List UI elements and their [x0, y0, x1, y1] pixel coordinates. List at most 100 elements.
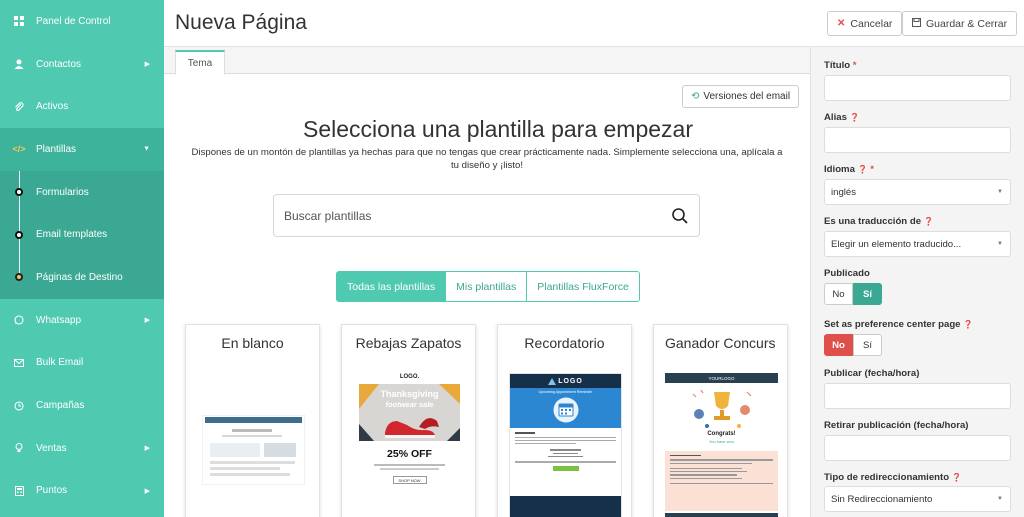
- sidebar-item-bulk-email[interactable]: Bulk Email: [0, 342, 164, 385]
- save-close-button[interactable]: Guardar & Cerrar: [902, 11, 1018, 36]
- template-card-reminder[interactable]: Recordatorio LOGO Upcoming Appointment R…: [497, 324, 632, 517]
- template-card-title: En blanco: [221, 335, 284, 351]
- template-card-shoes-sale[interactable]: Rebajas Zapatos LOGO. Thanksgiving footw…: [341, 324, 476, 517]
- help-icon[interactable]: ❓: [858, 165, 868, 174]
- envelope-icon: [12, 356, 26, 370]
- page-title: Nueva Página: [175, 11, 307, 34]
- sidebar-item-label: Panel de Control: [36, 15, 111, 27]
- filter-my-templates[interactable]: Mis plantillas: [446, 271, 528, 302]
- sidebar-submenu: Formularios Email templates Páginas de D…: [0, 170, 164, 299]
- thumb-congrats: Congrats!: [707, 431, 736, 437]
- published-toggle: No Sí: [824, 283, 882, 305]
- template-card-contest-winner[interactable]: Ganador Concurs YOURLOGO Congrats! You h…: [653, 324, 788, 517]
- sidebar-item-label: Contactos: [36, 58, 82, 70]
- search-input[interactable]: [284, 205, 664, 227]
- save-icon: [912, 17, 921, 30]
- triangle-logo-icon: [548, 377, 557, 385]
- template-thumbnail: [202, 415, 305, 485]
- template-thumbnail: YOURLOGO Congrats! You have won: [665, 373, 778, 517]
- paperclip-icon: [12, 100, 26, 114]
- pref-center-yes-option[interactable]: Sí: [853, 334, 882, 356]
- sidebar-item-label: Bulk Email: [36, 357, 84, 369]
- sidebar-item-dashboard[interactable]: Panel de Control: [0, 0, 164, 43]
- sidebar-item-label: Plantillas: [36, 143, 77, 155]
- search-icon[interactable]: [671, 207, 689, 225]
- sidebar-subitem-forms[interactable]: Formularios: [0, 171, 164, 214]
- code-icon: </>: [12, 144, 26, 155]
- pref-center-toggle: No Sí: [824, 334, 882, 356]
- translation-select[interactable]: Elegir un elemento traducido... ▼: [824, 231, 1011, 257]
- alias-field[interactable]: [824, 127, 1011, 153]
- sidebar-item-contacts[interactable]: Contactos ▶: [0, 43, 164, 86]
- published-label: Publicado: [824, 268, 870, 279]
- sidebar-item-sales[interactable]: Ventas ▶: [0, 427, 164, 470]
- template-filters: Todas las plantillas Mis plantillas Plan…: [336, 271, 640, 302]
- unpublish-date-label: Retirar publicación (fecha/hora): [824, 420, 969, 431]
- filter-fluxforce-templates[interactable]: Plantillas FluxForce: [527, 271, 640, 302]
- tabs-bar: Tema: [164, 47, 810, 75]
- bullet-icon: [15, 230, 23, 239]
- header: Nueva Página ✕ Cancelar Guardar & Cerrar: [164, 0, 1024, 47]
- sidebar-item-assets[interactable]: Activos: [0, 85, 164, 128]
- sidebar-subitem-landing-pages[interactable]: Páginas de Destino: [0, 256, 164, 299]
- sidebar-item-campaigns[interactable]: Campañas: [0, 384, 164, 427]
- language-select-value: inglés: [831, 186, 857, 198]
- sidebar-item-points[interactable]: Puntos ▶: [0, 470, 164, 513]
- help-icon[interactable]: ❓: [924, 217, 934, 226]
- pref-center-no-option[interactable]: No: [824, 334, 853, 356]
- thumb-footer: [665, 513, 778, 517]
- template-card-blank[interactable]: En blanco: [185, 324, 320, 517]
- thumb-body: [665, 451, 778, 511]
- hero-subtitle: Dispones de un montón de plantillas ya h…: [191, 147, 783, 171]
- template-thumbnail: LOGO. Thanksgiving footwear sale 25% OFF: [358, 373, 461, 503]
- published-yes-option[interactable]: Sí: [853, 283, 882, 305]
- cancel-button[interactable]: ✕ Cancelar: [827, 11, 903, 36]
- help-icon[interactable]: ❓: [963, 320, 973, 329]
- thumb-heading: Thanksgiving: [380, 389, 439, 399]
- thumb-header: YOURLOGO: [665, 373, 778, 383]
- chevron-right-icon: ▶: [144, 317, 150, 325]
- template-search: [273, 194, 700, 237]
- translation-select-value: Elegir un elemento traducido...: [831, 238, 962, 250]
- thumb-lines: [374, 464, 445, 466]
- help-icon[interactable]: ❓: [850, 113, 860, 122]
- sidebar-subitem-label: Email templates: [36, 229, 108, 241]
- pref-center-label: Set as preference center page ❓: [824, 319, 973, 330]
- sidebar-item-whatsapp[interactable]: Whatsapp ▶: [0, 299, 164, 342]
- filter-all-templates[interactable]: Todas las plantillas: [336, 271, 447, 302]
- close-icon: ✕: [837, 18, 846, 29]
- email-versions-button[interactable]: ⟲ Versiones del email: [682, 85, 799, 108]
- thumb-hero: Congrats! You have won: [665, 383, 778, 451]
- redirect-type-label: Tipo de redireccionamiento ❓: [824, 472, 962, 483]
- thumb-offer: 25% OFF: [387, 448, 432, 460]
- sidebar-item-templates[interactable]: </> Plantillas ▼: [0, 128, 164, 171]
- user-icon: [12, 57, 26, 71]
- cancel-label: Cancelar: [850, 17, 893, 30]
- thumb-logo: YOURLOGO: [708, 375, 735, 381]
- chevron-right-icon: ▶: [144, 445, 150, 453]
- chevron-down-icon: ▼: [997, 496, 1003, 502]
- redirect-type-select[interactable]: Sin Redireccionamiento ▼: [824, 486, 1011, 512]
- help-icon[interactable]: ❓: [952, 473, 962, 482]
- language-label: Idioma ❓ *: [824, 164, 874, 175]
- language-label-text: Idioma: [824, 164, 855, 175]
- template-card-title: Recordatorio: [524, 335, 605, 351]
- title-field[interactable]: [824, 75, 1011, 101]
- properties-panel: Título * Alias ❓ Idioma ❓ * inglés ▼ Es …: [810, 47, 1024, 517]
- alias-label-text: Alias: [824, 112, 847, 123]
- redirect-type-select-value: Sin Redireccionamiento: [831, 493, 933, 505]
- thumb-banner: Upcoming Appointment Reminder: [510, 388, 621, 428]
- unpublish-date-field[interactable]: [824, 435, 1011, 461]
- thumb-lines: [380, 468, 439, 470]
- publish-date-field[interactable]: [824, 383, 1011, 409]
- calculator-icon: [12, 484, 26, 498]
- tab-theme[interactable]: Tema: [175, 50, 225, 75]
- chevron-right-icon: ▶: [144, 61, 150, 69]
- thumb-logo: LOGO.: [399, 374, 420, 380]
- template-card-title: Rebajas Zapatos: [355, 335, 462, 351]
- calendar-icon: [553, 397, 579, 423]
- required-mark: *: [870, 164, 874, 175]
- language-select[interactable]: inglés ▼: [824, 179, 1011, 205]
- sidebar-subitem-email-templates[interactable]: Email templates: [0, 213, 164, 256]
- published-no-option[interactable]: No: [824, 283, 853, 305]
